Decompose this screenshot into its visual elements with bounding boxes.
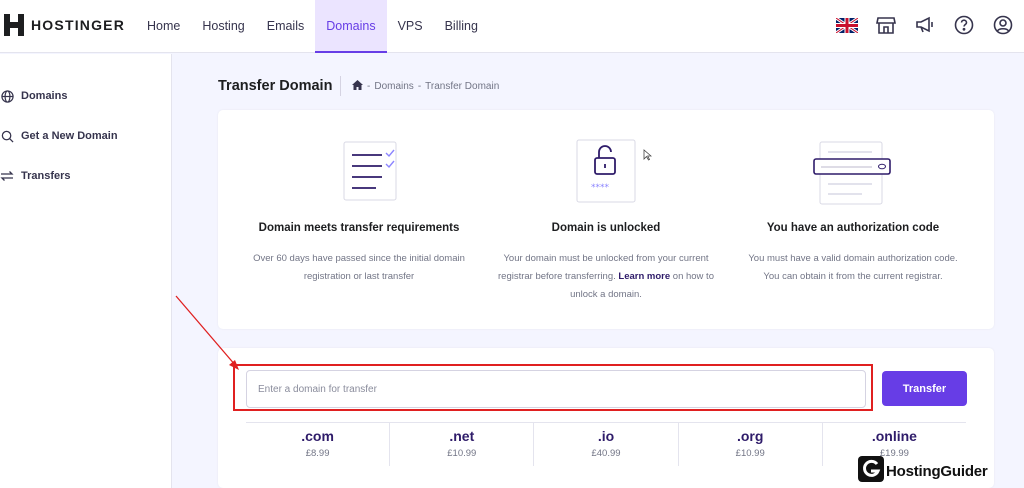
requirement-description: Over 60 days have passed since the initi…: [253, 253, 465, 282]
nav-vps[interactable]: VPS: [387, 0, 434, 53]
brand-name: HOSTINGER: [31, 17, 126, 33]
breadcrumb-separator: -: [367, 81, 371, 92]
sidebar: Domains Get a New Domain Transfers: [0, 54, 172, 488]
padlock-icon: ****: [575, 138, 637, 209]
domain-transfer-input[interactable]: [246, 370, 866, 408]
help-icon[interactable]: [953, 14, 975, 36]
search-icon: [0, 129, 14, 143]
requirement-title: You have an authorization code: [766, 222, 940, 234]
sidebar-item-label: Domains: [21, 90, 68, 102]
breadcrumb-transfer-domain: Transfer Domain: [425, 81, 500, 92]
tld-price: £40.99: [591, 448, 621, 459]
tld-price: £8.99: [305, 448, 330, 459]
home-icon[interactable]: [352, 80, 363, 93]
hostinger-logo[interactable]: HOSTINGER: [4, 14, 125, 36]
breadcrumb: - Domains - Transfer Domain: [352, 80, 499, 93]
breadcrumb-separator: -: [417, 81, 422, 92]
hostingguider-watermark: HostingGuider: [858, 456, 988, 487]
account-icon[interactable]: [992, 14, 1014, 36]
mouse-cursor-icon: [643, 148, 653, 166]
requirement-title: Domain is unlocked: [551, 222, 661, 234]
tld-price: £10.99: [447, 448, 477, 459]
top-icons: [836, 14, 1014, 36]
transfer-arrows-icon: [0, 169, 14, 183]
tld-name: .online: [871, 428, 917, 444]
tld-name: .org: [736, 428, 764, 444]
tld-item[interactable]: .io £40.99: [534, 423, 679, 466]
nav-billing[interactable]: Billing: [434, 0, 489, 53]
tld-name: .net: [449, 428, 475, 444]
tld-item[interactable]: .net £10.99: [390, 423, 535, 466]
watermark-text: HostingGuider: [886, 463, 988, 480]
checklist-icon: [340, 140, 402, 207]
uk-flag-icon[interactable]: [836, 14, 858, 36]
sidebar-item-label: Get a New Domain: [21, 130, 118, 142]
sidebar-item-get-new-domain[interactable]: Get a New Domain: [0, 129, 118, 143]
learn-more-link[interactable]: Learn more: [618, 271, 670, 282]
globe-icon: [0, 89, 14, 103]
password-field-icon: [812, 140, 894, 211]
title-divider: [340, 76, 341, 96]
transfer-requirements-card: Domain meets transfer requirements Over …: [218, 110, 994, 329]
nav-emails[interactable]: Emails: [256, 0, 316, 53]
sidebar-item-transfers[interactable]: Transfers: [0, 169, 71, 183]
sidebar-item-label: Transfers: [21, 170, 71, 182]
hostingguider-logo-icon: [858, 456, 884, 487]
store-icon[interactable]: [875, 14, 897, 36]
page-title: Transfer Domain: [218, 78, 333, 94]
requirement-description: Your domain must be unlocked from your c…: [495, 250, 717, 304]
tld-price: £10.99: [735, 448, 765, 459]
tld-item[interactable]: .org £10.99: [679, 423, 823, 466]
nav-domains[interactable]: Domains: [315, 0, 387, 53]
requirement-title: Domain meets transfer requirements: [258, 222, 460, 234]
tld-item[interactable]: .com £8.99: [246, 423, 391, 466]
hostinger-logo-icon: [4, 14, 24, 36]
transfer-button[interactable]: Transfer: [882, 371, 967, 406]
svg-text:****: ****: [591, 183, 610, 193]
main-nav: Home Hosting Emails Domains VPS Billing: [136, 0, 489, 53]
tld-name: .io: [597, 428, 615, 444]
nav-home[interactable]: Home: [136, 0, 191, 53]
top-navbar: HOSTINGER Home Hosting Emails Domains VP…: [0, 0, 1024, 53]
nav-hosting[interactable]: Hosting: [191, 0, 255, 53]
sidebar-item-domains[interactable]: Domains: [0, 89, 67, 103]
megaphone-icon[interactable]: [914, 14, 936, 36]
requirement-description: You must have a valid domain authorizati…: [748, 253, 958, 282]
breadcrumb-domains[interactable]: Domains: [374, 81, 413, 92]
tld-name: .com: [301, 428, 334, 444]
